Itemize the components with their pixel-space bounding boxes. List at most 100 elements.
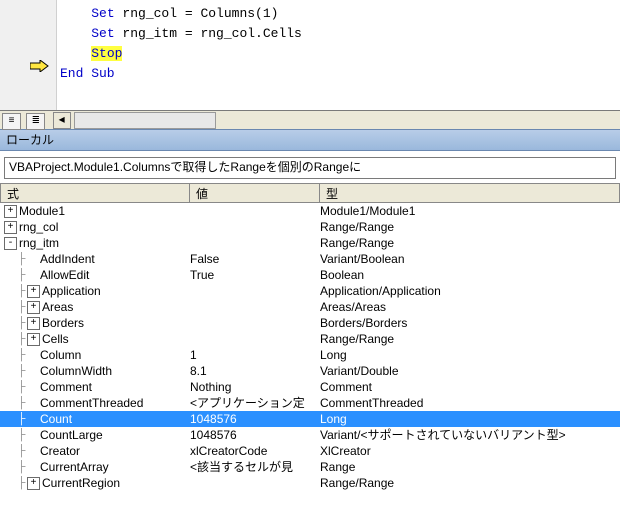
- scroll-left-icon[interactable]: ◂: [53, 112, 71, 129]
- tree-row[interactable]: ├ CurrentArray<該当するセルが見Range: [0, 459, 620, 475]
- header-type[interactable]: 型: [320, 183, 620, 203]
- value-cell: 1048576: [190, 427, 320, 443]
- tree-row[interactable]: ├ CommentThreaded<アプリケーション定CommentThread…: [0, 395, 620, 411]
- tree-row[interactable]: ├ AllowEdit TrueBoolean: [0, 267, 620, 283]
- type-cell: Variant/<サポートされていないバリアント型>: [320, 427, 620, 443]
- expr-name: AllowEdit: [40, 267, 89, 283]
- tree-branch-icon: ├: [16, 427, 27, 443]
- tree-row[interactable]: ├ Creator xlCreatorCodeXlCreator: [0, 443, 620, 459]
- tree-row[interactable]: ├+ Borders Borders/Borders: [0, 315, 620, 331]
- tree-branch-icon: ├: [16, 395, 27, 411]
- tree-row[interactable]: ├+ AreasAreas/Areas: [0, 299, 620, 315]
- value-cell: xlCreatorCode: [190, 443, 320, 459]
- tree-row[interactable]: ├ CommentNothingComment: [0, 379, 620, 395]
- code-gutter: [0, 0, 57, 110]
- expand-icon[interactable]: +: [27, 477, 40, 490]
- expr-name: Areas: [42, 299, 73, 315]
- tree-branch-icon: ├: [16, 363, 27, 379]
- view-mode-button-2[interactable]: ≣: [26, 113, 45, 130]
- code-line[interactable]: Stop: [56, 44, 620, 64]
- type-cell: XlCreator: [320, 443, 620, 459]
- type-cell: Variant/Boolean: [320, 251, 620, 267]
- tree-branch-icon: ├: [16, 379, 27, 395]
- code-pane: Set rng_col = Columns(1) Set rng_itm = r…: [0, 0, 620, 110]
- value-cell: [190, 315, 320, 331]
- expr-name: CountLarge: [40, 427, 103, 443]
- tree-branch-icon: ├: [16, 411, 27, 427]
- expr-name: Creator: [40, 443, 80, 459]
- tree-row[interactable]: ├+ ApplicationApplication/Application: [0, 283, 620, 299]
- expr-name: Cells: [42, 331, 69, 347]
- expand-icon[interactable]: +: [4, 221, 17, 234]
- expr-name: CurrentArray: [40, 459, 109, 475]
- code-tab-strip: ≡ ≣ ◂: [0, 110, 620, 129]
- expr-name: rng_itm: [19, 235, 59, 251]
- tree-branch-icon: ├: [16, 251, 27, 267]
- type-cell: Range/Range: [320, 235, 620, 251]
- expr-name: CommentThreaded: [40, 395, 143, 411]
- type-cell: Module1/Module1: [320, 203, 620, 219]
- tree-row[interactable]: ├+ CurrentRegionRange/Range: [0, 475, 620, 491]
- tree-row[interactable]: ├ CountLarge 1048576Variant/<サポートされていないバリ…: [0, 427, 620, 443]
- locals-tree[interactable]: + Module1Module1/Module1+ rng_colRange/R…: [0, 203, 620, 491]
- tree-row[interactable]: ├ Count1048576Long: [0, 411, 620, 427]
- value-cell: 8.1: [190, 363, 320, 379]
- type-cell: Long: [320, 347, 620, 363]
- tree-branch-icon: ├: [16, 315, 27, 331]
- type-cell: Application/Application: [320, 283, 620, 299]
- type-cell: Areas/Areas: [320, 299, 620, 315]
- value-cell: [190, 203, 320, 219]
- value-cell: True: [190, 267, 320, 283]
- tree-branch-icon: ├: [16, 331, 27, 347]
- tree-branch-icon: ├: [16, 459, 27, 475]
- code-line[interactable]: Set rng_itm = rng_col.Cells: [56, 24, 620, 44]
- expr-name: AddIndent: [40, 251, 95, 267]
- expand-icon[interactable]: +: [4, 205, 17, 218]
- expr-name: Module1: [19, 203, 65, 219]
- code-line[interactable]: End Sub: [56, 64, 620, 84]
- context-path[interactable]: VBAProject.Module1.Columnsで取得したRangeを個別の…: [4, 157, 616, 179]
- tree-row[interactable]: ├+ Cells Range/Range: [0, 331, 620, 347]
- value-cell: [190, 299, 320, 315]
- header-value[interactable]: 値: [190, 183, 320, 203]
- collapse-icon[interactable]: -: [4, 237, 17, 250]
- tree-branch-icon: ├: [16, 267, 27, 283]
- expand-icon[interactable]: +: [27, 301, 40, 314]
- expand-icon[interactable]: +: [27, 317, 40, 330]
- expr-name: Comment: [40, 379, 92, 395]
- tree-branch-icon: ├: [16, 475, 27, 491]
- value-cell: [190, 331, 320, 347]
- tree-row[interactable]: - rng_itm Range/Range: [0, 235, 620, 251]
- tree-row[interactable]: ├ AddIndentFalseVariant/Boolean: [0, 251, 620, 267]
- view-mode-button-1[interactable]: ≡: [2, 113, 21, 130]
- expr-name: rng_col: [19, 219, 58, 235]
- tree-branch-icon: ├: [16, 443, 27, 459]
- tree-row[interactable]: + rng_colRange/Range: [0, 219, 620, 235]
- type-cell: Boolean: [320, 267, 620, 283]
- header-expression[interactable]: 式: [0, 183, 190, 203]
- tree-row[interactable]: + Module1 Module1/Module1: [0, 203, 620, 219]
- expr-name: Application: [42, 283, 101, 299]
- value-cell: [190, 235, 320, 251]
- value-cell: 1048576: [190, 411, 320, 427]
- expr-name: CurrentRegion: [42, 475, 120, 491]
- value-cell: <アプリケーション定: [190, 395, 320, 411]
- expr-name: ColumnWidth: [40, 363, 112, 379]
- code-line[interactable]: Set rng_col = Columns(1): [56, 4, 620, 24]
- scroll-track[interactable]: [74, 112, 216, 129]
- type-cell: Variant/Double: [320, 363, 620, 379]
- tree-branch-icon: ├: [16, 347, 27, 363]
- expr-name: Column: [40, 347, 81, 363]
- type-cell: CommentThreaded: [320, 395, 620, 411]
- tree-row[interactable]: ├ ColumnWidth 8.1Variant/Double: [0, 363, 620, 379]
- expr-name: Borders: [42, 315, 84, 331]
- type-cell: Comment: [320, 379, 620, 395]
- tree-row[interactable]: ├ Column1Long: [0, 347, 620, 363]
- expand-icon[interactable]: +: [27, 285, 40, 298]
- expand-icon[interactable]: +: [27, 333, 40, 346]
- code-lines[interactable]: Set rng_col = Columns(1) Set rng_itm = r…: [56, 4, 620, 84]
- type-cell: Long: [320, 411, 620, 427]
- type-cell: Borders/Borders: [320, 315, 620, 331]
- locals-panel-title: ローカル: [0, 129, 620, 151]
- type-cell: Range/Range: [320, 331, 620, 347]
